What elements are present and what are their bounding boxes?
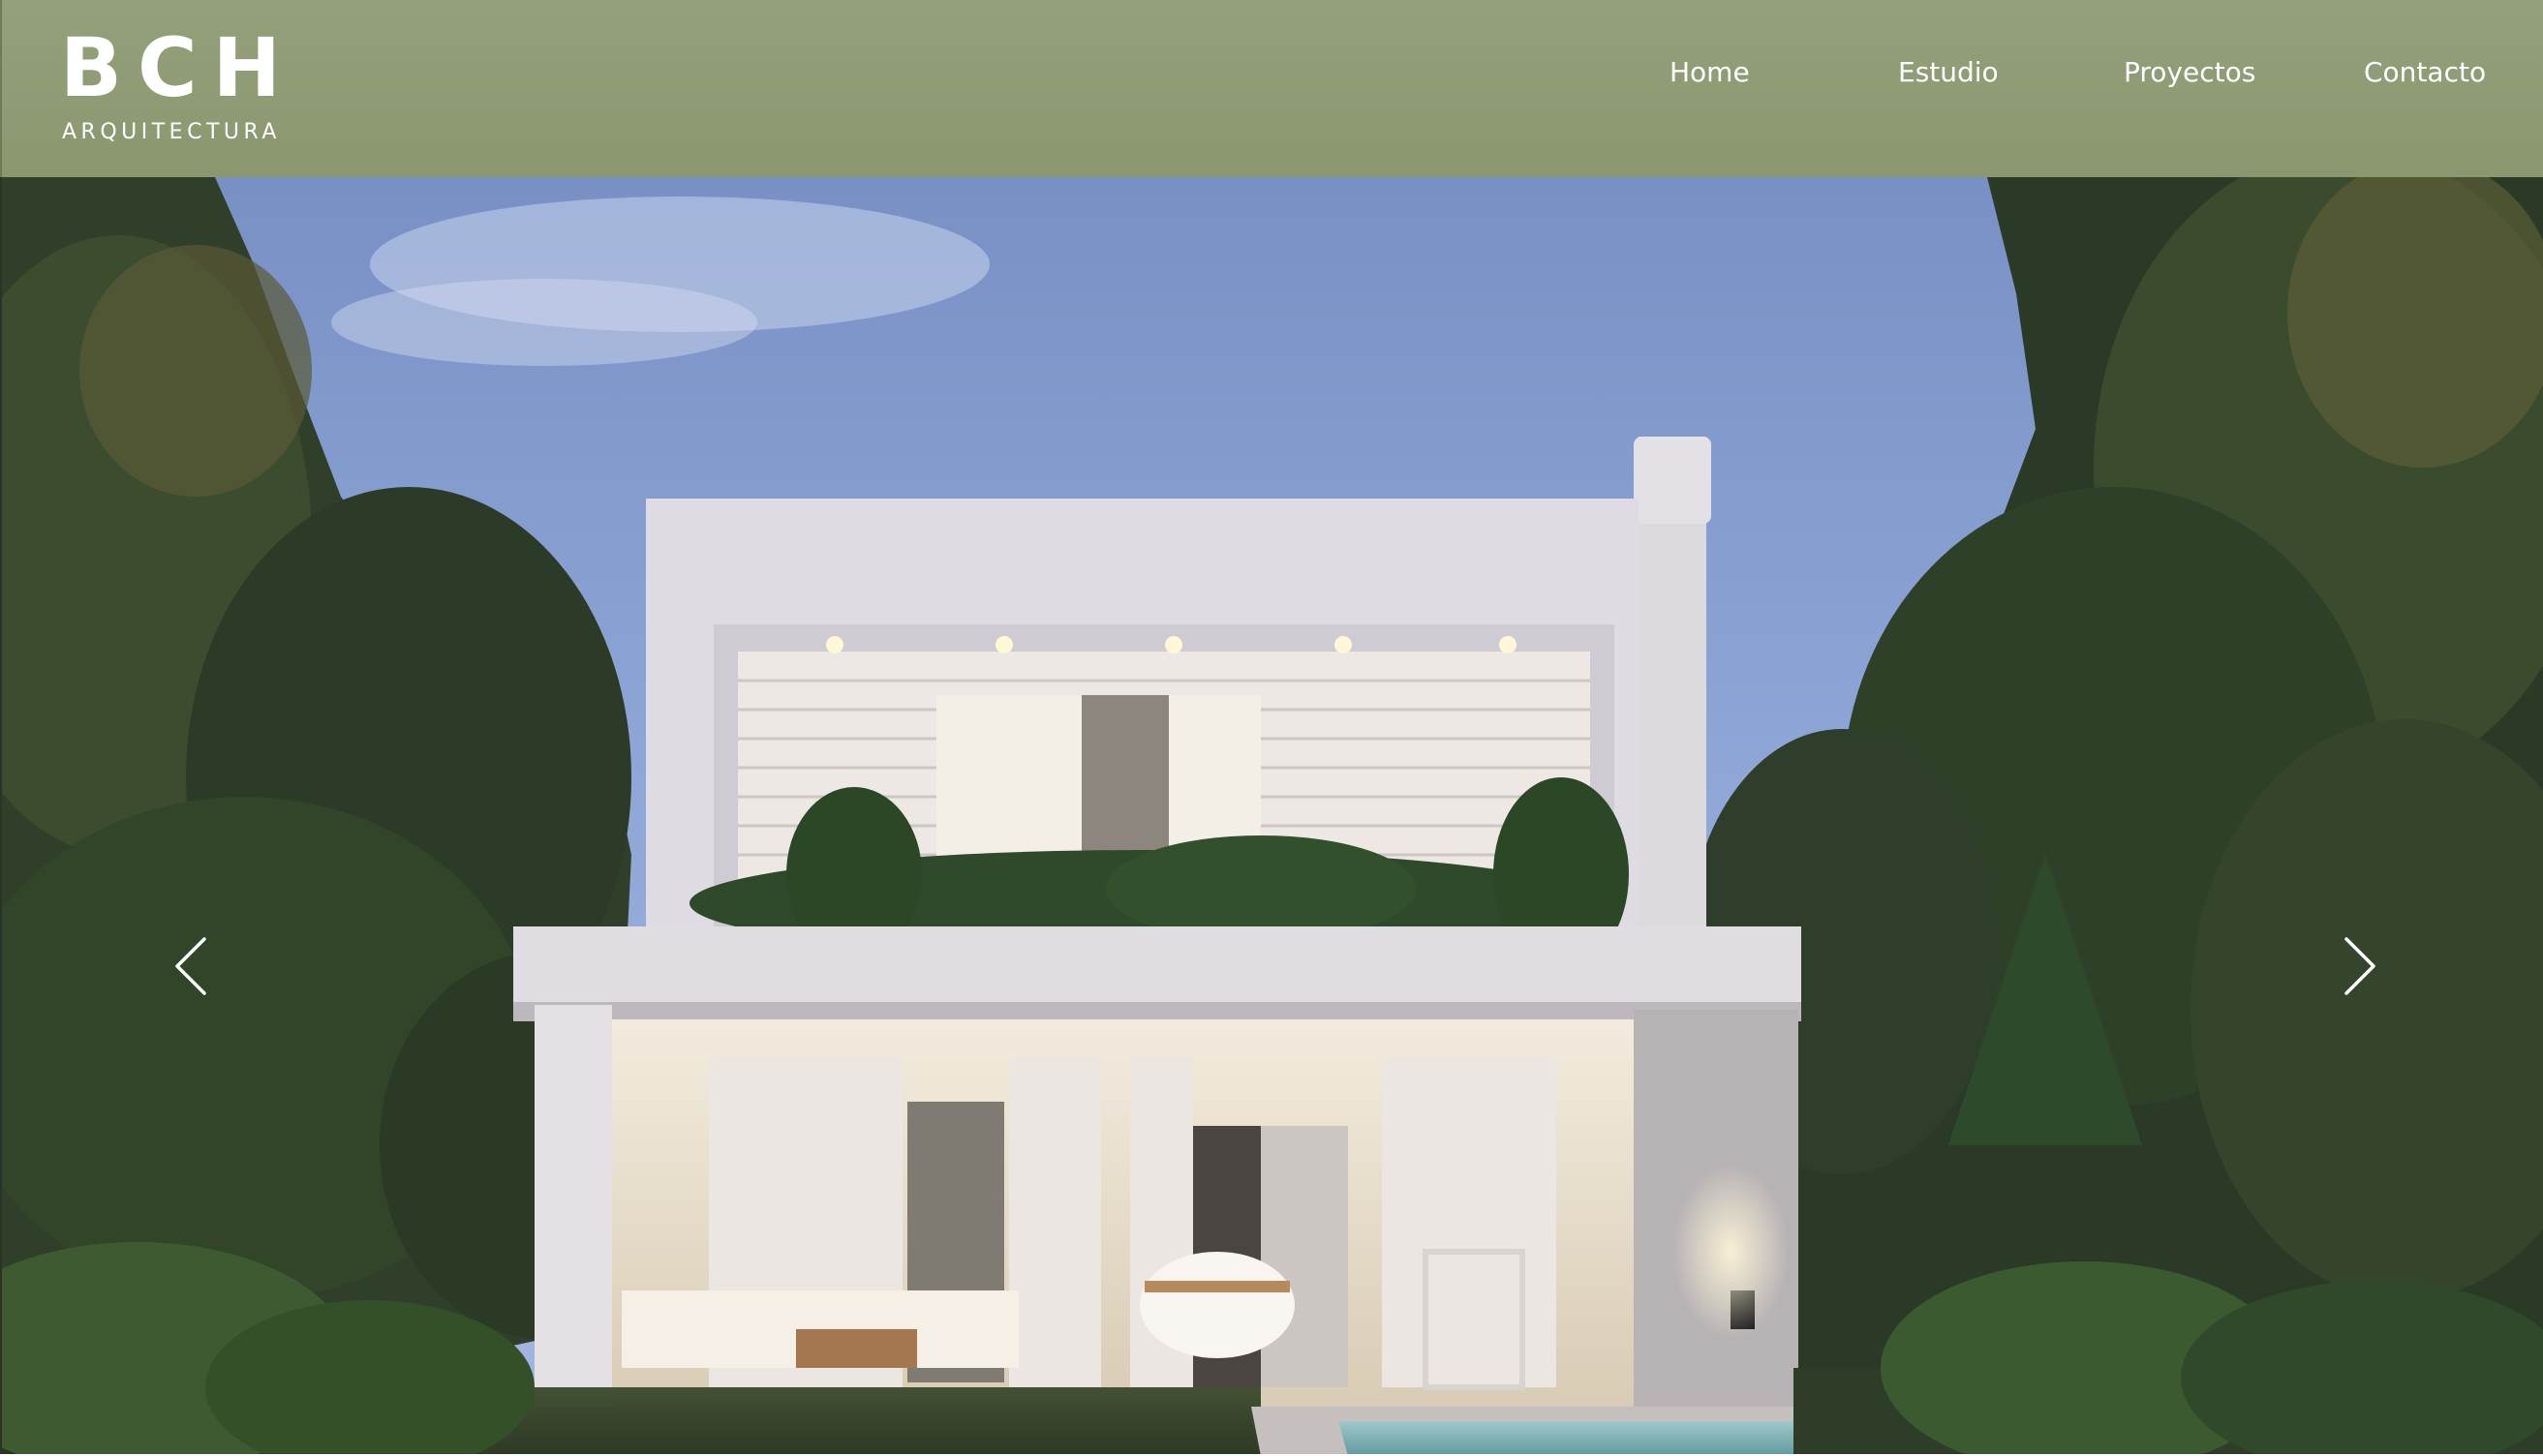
logo[interactable]: BCH ARQUITECTURA	[60, 20, 296, 153]
page: BCH ARQUITECTURA Home Estudio Proyectos …	[0, 0, 2543, 1456]
hero-slider	[0, 177, 2543, 1456]
logo-subtitle: ARQUITECTURA	[62, 120, 281, 144]
main-nav: Home Estudio Proyectos Contacto	[1575, 0, 2543, 145]
site-header: BCH ARQUITECTURA Home Estudio Proyectos …	[0, 0, 2543, 177]
slider-next-button[interactable]	[2326, 923, 2394, 1010]
logo-mark: BCH	[60, 20, 296, 115]
hero-image	[2, 177, 2543, 1456]
chevron-right-icon	[2344, 937, 2375, 995]
nav-contacto[interactable]: Contacto	[2364, 56, 2486, 88]
nav-estudio[interactable]: Estudio	[1898, 56, 1999, 88]
nav-home[interactable]: Home	[1670, 56, 1750, 88]
nav-proyectos[interactable]: Proyectos	[2124, 56, 2255, 88]
slider-prev-button[interactable]	[157, 923, 225, 1010]
chevron-left-icon	[175, 937, 206, 995]
